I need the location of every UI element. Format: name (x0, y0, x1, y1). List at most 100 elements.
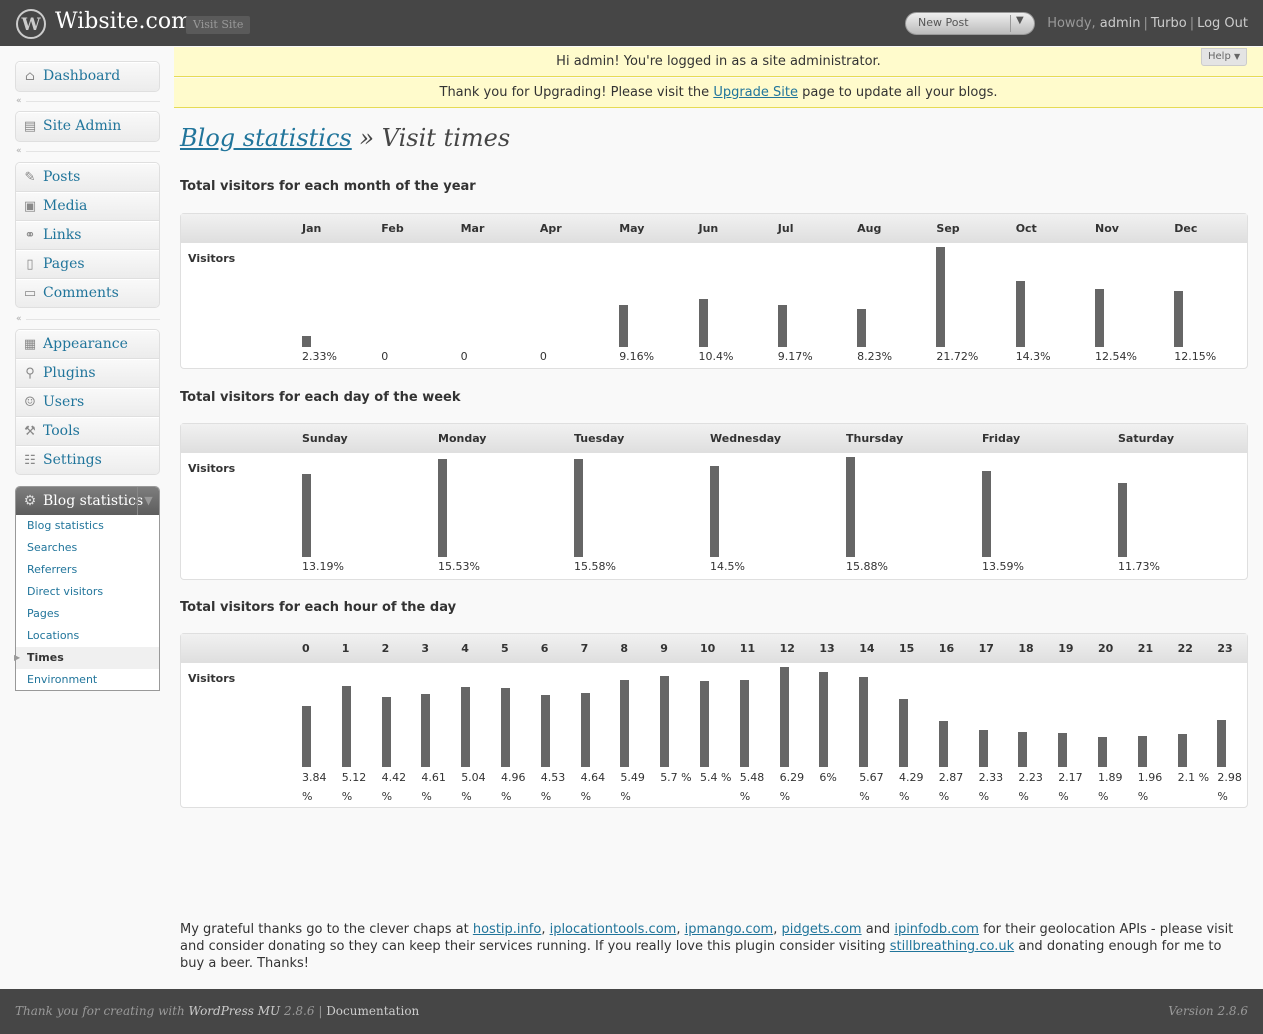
turbo-link[interactable]: Turbo (1151, 16, 1187, 31)
hour-bar (779, 667, 789, 767)
profile-link[interactable]: admin (1100, 16, 1141, 31)
hour-bar (1217, 720, 1227, 767)
menu-separator (26, 319, 160, 320)
menu-appearance[interactable]: ▦ Appearance (16, 330, 159, 359)
day-bar (574, 459, 583, 557)
hour-bar (1177, 734, 1187, 767)
hour-value-label: 6.29 % (779, 771, 805, 803)
logout-link[interactable]: Log Out (1197, 16, 1248, 31)
submenu-referrers[interactable]: Referrers (16, 559, 159, 581)
month-bar (1015, 281, 1025, 347)
submenu-pages[interactable]: Pages (16, 603, 159, 625)
page-icon: ▯ (26, 257, 34, 272)
menu-site-admin[interactable]: ▤ Site Admin (16, 112, 159, 141)
submenu-searches[interactable]: Searches (16, 537, 159, 559)
menu-tools[interactable]: ⚒ Tools (16, 417, 159, 446)
plugin-icon: ⚲ (25, 366, 35, 381)
submenu-environment[interactable]: Environment (16, 669, 159, 690)
day-value-label: 13.59% (982, 560, 1024, 573)
wordpress-mu-link[interactable]: WordPress MU (189, 1004, 281, 1018)
page-title-rest: » Visit times (351, 124, 511, 152)
site-admin-icon: ▤ (23, 119, 37, 134)
visit-site-button[interactable]: Visit Site (186, 16, 251, 34)
hour-bar (819, 672, 829, 767)
day-bar (710, 466, 719, 557)
admin-header: W Wibsite.com Visit Site New Post ▼ Howd… (0, 0, 1263, 46)
submenu-locations[interactable]: Locations (16, 625, 159, 647)
stillbreathing-link[interactable]: stillbreathing.co.uk (890, 939, 1014, 954)
day-chart: Visitors Sunday 13.19% Monday 15.53% Tuesday… (180, 423, 1248, 580)
upgrade-text-after: page to update all your blogs. (797, 85, 998, 100)
hour-value-label: 4.96 % (501, 771, 526, 803)
day-value-label: 14.5% (710, 560, 745, 573)
media-icon: ▣ (23, 199, 37, 214)
hour-col-header: 8 (620, 642, 629, 655)
hour-bar (1137, 736, 1147, 767)
hour-bar (978, 730, 988, 767)
upgrade-site-link[interactable]: Upgrade Site (713, 85, 798, 100)
hour-value-label: 5.67 % (859, 771, 884, 803)
pidgets-link[interactable]: pidgets.com (781, 922, 861, 937)
hour-bar (700, 681, 709, 767)
hour-col-header: 19 (1058, 642, 1074, 655)
day-col-header: Monday (438, 432, 487, 445)
hour-bar (381, 697, 391, 767)
home-icon: ⌂ (25, 69, 35, 84)
menu-posts[interactable]: ✎ Posts (16, 163, 159, 192)
site-title: Wibsite.com (55, 9, 192, 34)
hour-col-header: 12 (779, 642, 795, 655)
menu-blog-statistics[interactable]: ⚙ Blog statistics ▼ (16, 487, 159, 515)
hour-bar (461, 687, 471, 767)
hour-bar (660, 676, 670, 767)
submenu-direct-visitors[interactable]: Direct visitors (16, 581, 159, 603)
menu-group-content: ✎ Posts ▣ Media ⚭ Links ▯ Pages ▭ Comments (15, 162, 160, 308)
month-col-header: May (619, 222, 645, 235)
submenu-times[interactable]: Times (16, 647, 159, 669)
chevron-down-icon[interactable]: ▼ (1016, 15, 1024, 26)
howdy-text: Howdy, (1047, 16, 1096, 31)
menu-toggle-icon[interactable]: ▼ (137, 487, 159, 515)
hour-bar (1058, 733, 1068, 767)
collapse-arrow-icon[interactable]: « (16, 96, 26, 106)
collapse-arrow-icon[interactable]: « (16, 146, 26, 156)
menu-dashboard[interactable]: ⌂ Dashboard (16, 62, 159, 91)
month-col-header: Dec (1174, 222, 1198, 235)
ipinfodb-link[interactable]: ipinfodb.com (894, 922, 979, 937)
hour-bar (899, 699, 908, 767)
ipmango-link[interactable]: ipmango.com (685, 922, 774, 937)
help-button[interactable]: Help ▼ (1201, 48, 1247, 66)
day-col-header: Tuesday (574, 432, 625, 445)
month-col-header: Aug (857, 222, 882, 235)
footer-version-inline: 2.8.6 | (280, 1004, 327, 1018)
month-value-label: 2.33% (302, 350, 337, 363)
menu-media[interactable]: ▣ Media (16, 192, 159, 221)
hour-value-label: 4.53 % (540, 771, 566, 803)
hour-col-header: 5 (501, 642, 509, 655)
collapse-arrow-icon[interactable]: « (16, 314, 26, 324)
hour-col-header: 16 (938, 642, 955, 655)
hour-col-header: 9 (660, 642, 668, 655)
submenu-blog-statistics[interactable]: Blog statistics (16, 515, 159, 537)
documentation-link[interactable]: Documentation (326, 1004, 419, 1018)
month-value-label: 12.15% (1174, 350, 1217, 363)
iplocationtools-link[interactable]: iplocationtools.com (550, 922, 677, 937)
menu-plugins[interactable]: ⚲ Plugins (16, 359, 159, 388)
hour-col-header: 1 (341, 642, 350, 655)
hour-bar (501, 688, 510, 767)
day-col-header: Sunday (302, 432, 348, 445)
hour-value-label: 4.29 % (899, 771, 924, 803)
day-row-label: Visitors (188, 462, 236, 475)
menu-settings[interactable]: ☷ Settings (16, 446, 159, 474)
menu-users[interactable]: ☺ Users (16, 388, 159, 417)
menu-pages[interactable]: ▯ Pages (16, 250, 159, 279)
hostip-link[interactable]: hostip.info (473, 922, 541, 937)
new-post-dropdown[interactable]: New Post ▼ (905, 12, 1035, 35)
hour-value-label: 5.12 % (341, 771, 367, 803)
blog-statistics-link[interactable]: Blog statistics (180, 124, 352, 152)
menu-links[interactable]: ⚭ Links (16, 221, 159, 250)
hour-col-header: 10 (700, 642, 716, 655)
month-value-label: 9.17% (777, 350, 813, 363)
credits-text: My grateful thanks go to the clever chap… (180, 921, 1240, 972)
menu-comments[interactable]: ▭ Comments (16, 279, 159, 307)
wordpress-logo-icon[interactable]: W (16, 9, 46, 39)
